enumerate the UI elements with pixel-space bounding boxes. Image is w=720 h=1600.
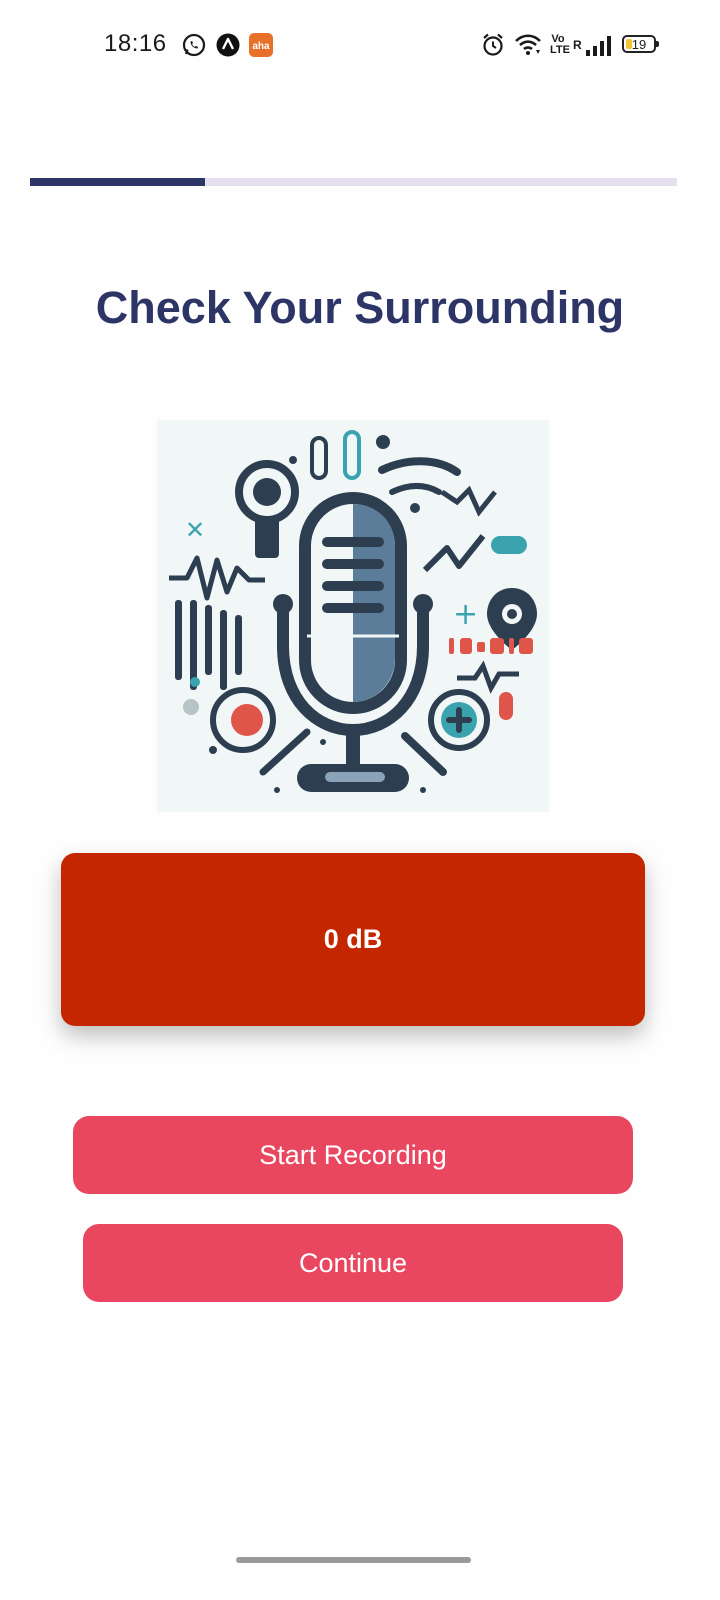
screen: 18:16 aha Vo LTE R 19 Check Your Surroun… [0,0,720,1600]
battery-level: 19 [631,36,647,52]
svg-text:+: + [453,597,478,632]
roaming-indicator: R [573,38,582,52]
page-title: Check Your Surrounding [95,282,625,333]
status-bar: 18:16 aha Vo LTE R 19 [0,0,720,90]
microphone-illustration: ✕ + [157,420,549,812]
volte-icon: Vo LTE [550,33,570,56]
svg-text:✕: ✕ [185,516,205,544]
signal-icon [584,36,614,61]
aha-app-icon: aha [249,33,273,57]
start-recording-button[interactable]: Start Recording [73,1116,633,1194]
whatsapp-icon [182,33,206,57]
navigation-app-icon [216,33,240,57]
decibel-reading: 0 dB [323,924,383,954]
battery-icon: 19 [622,35,659,53]
status-time: 18:16 [104,30,167,57]
alarm-icon [482,33,504,62]
continue-button[interactable]: Continue [83,1224,623,1302]
progress-bar [30,178,677,186]
home-indicator[interactable] [236,1557,471,1563]
decibel-meter: 0 dB [61,853,645,1026]
microphone-icon: ✕ + [169,430,537,793]
aha-app-label: aha [252,41,270,52]
progress-fill [30,178,205,186]
wifi-icon [514,33,542,62]
